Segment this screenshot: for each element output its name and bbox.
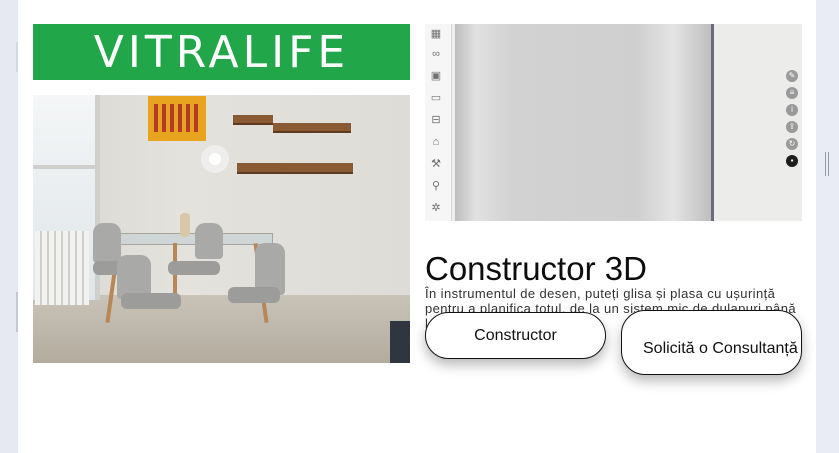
request-consultation-button[interactable]: Solicită o Consultanță	[621, 310, 802, 375]
photo-radiator	[35, 231, 89, 305]
rotate-icon[interactable]: ↻	[786, 138, 798, 150]
door-icon[interactable]: ▭	[429, 92, 443, 104]
viewer-toolbar: ▦ ∞ ▣ ▭ ⊟ ⌂ ⚒ ⚲ ✲	[425, 24, 452, 221]
hanger-icon[interactable]: ⌂	[429, 136, 443, 148]
left-edge-marker	[16, 292, 18, 332]
hotspot-dot[interactable]	[201, 145, 229, 173]
light-icon[interactable]: ✲	[429, 202, 443, 214]
link-icon[interactable]: ∞	[429, 48, 443, 60]
measure-icon[interactable]: ≡	[786, 87, 798, 99]
photo-vase	[180, 213, 190, 237]
scrollbar-grip[interactable]	[825, 152, 829, 176]
photo-shelf	[233, 115, 273, 125]
drawer-icon[interactable]: ⊟	[429, 114, 443, 126]
share-icon[interactable]: ⇪	[786, 121, 798, 133]
constructor-button[interactable]: Constructor	[425, 312, 606, 359]
section-title: Constructor 3D	[425, 250, 647, 287]
interior-photo	[33, 95, 410, 363]
photo-sofa	[390, 321, 410, 363]
photo-shelf	[237, 163, 353, 174]
frame-icon[interactable]: ▣	[429, 70, 443, 82]
constructor-3d-preview[interactable]: ▦ ∞ ▣ ▭ ⊟ ⌂ ⚒ ⚲ ✲ ✎ ≡ i ⇪ ↻ ▪	[425, 24, 802, 221]
cabinet-model	[455, 24, 715, 221]
camera-icon[interactable]: ▪	[786, 155, 798, 167]
info-icon[interactable]: i	[786, 104, 798, 116]
photo-floor	[33, 295, 410, 363]
grid-icon[interactable]: ▦	[429, 28, 443, 40]
wrench-icon[interactable]: ⚲	[429, 180, 443, 192]
brand-logo[interactable]: VITRALIFE	[33, 24, 410, 80]
tool-icon[interactable]: ⚒	[429, 158, 443, 170]
scrollbar[interactable]	[816, 0, 839, 453]
pencil-icon[interactable]: ✎	[786, 70, 798, 82]
photo-shelf	[273, 123, 351, 133]
photo-wall-art	[148, 96, 206, 141]
left-edge-marker	[16, 42, 18, 72]
